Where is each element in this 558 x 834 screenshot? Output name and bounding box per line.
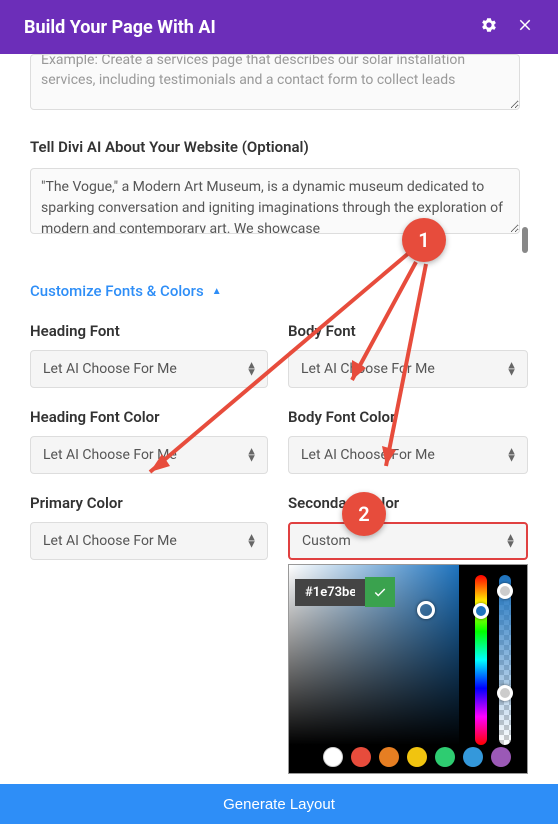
generate-layout-button[interactable]: Generate Layout xyxy=(0,784,558,824)
annotation-arrows xyxy=(0,0,558,824)
